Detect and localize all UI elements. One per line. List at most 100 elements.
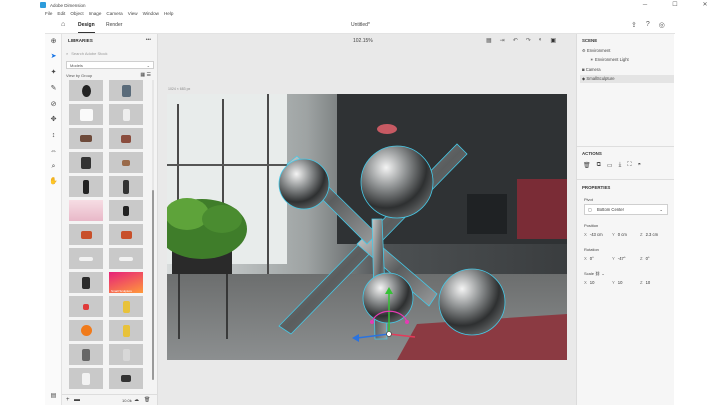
menu-help[interactable]: Help (164, 11, 173, 19)
settings-icon[interactable]: ◎ (659, 21, 665, 29)
group-icon[interactable]: ▭ (607, 162, 613, 169)
asset-thumbnail[interactable] (69, 296, 103, 317)
cloud-icon[interactable]: ☁ (134, 397, 139, 403)
menu-image[interactable]: Image (89, 11, 102, 19)
folder-icon[interactable]: ▬ (74, 397, 80, 403)
scene-item-environment[interactable]: ⚙ Environment (582, 47, 674, 55)
scrollbar[interactable] (152, 80, 154, 380)
tab-render[interactable]: Render (106, 22, 122, 28)
menu-camera[interactable]: Camera (106, 11, 122, 19)
position-y-field[interactable]: 0 cm (618, 232, 627, 237)
asset-thumbnail[interactable] (69, 80, 103, 101)
paint-icon[interactable]: ✎ (48, 83, 59, 94)
drop-to-ground-icon[interactable]: ⤓ (619, 162, 622, 169)
add-icon[interactable]: ⊕ (48, 36, 59, 47)
help-icon[interactable]: ? (646, 21, 650, 29)
lock-proportions-icon[interactable]: ⛓ ⌄ (595, 271, 605, 276)
scene-item-environment-light[interactable]: ☀ Environment Light (590, 56, 682, 64)
scale-y-field[interactable]: 10 (618, 280, 623, 285)
search-field[interactable]: ⌕ Search Adobe Stock (66, 49, 154, 57)
asset-thumbnail[interactable] (69, 344, 103, 365)
position-x-field[interactable]: -43 cm (590, 232, 603, 237)
scene-item-smallsculpture[interactable]: ◆ SmallSculpture (580, 75, 674, 83)
hand-icon[interactable]: ✋ (48, 176, 59, 187)
scale-z-field[interactable]: 10 (646, 280, 651, 285)
actions-title[interactable]: ACTIONS (582, 151, 602, 156)
menu-file[interactable]: File (45, 11, 52, 19)
render-viewport[interactable] (167, 94, 567, 360)
asset-thumbnail[interactable] (69, 176, 103, 197)
rotation-x-field[interactable]: 0° (590, 256, 594, 261)
sample-icon[interactable]: ⊘ (48, 99, 59, 110)
minimize-button[interactable]: ─ (630, 0, 660, 10)
view-by-dropdown[interactable]: View by Group (66, 73, 92, 78)
asset-thumbnail[interactable] (69, 224, 103, 245)
grid-list-view-icons[interactable]: ▦ ☰ (140, 72, 151, 78)
menu-object[interactable]: Object (70, 11, 83, 19)
asset-thumbnail[interactable] (109, 104, 143, 125)
orbit-icon[interactable]: ✥ (48, 114, 59, 125)
grid-icon[interactable]: ▦ (486, 37, 492, 44)
zoom-level[interactable]: 102.15% (353, 38, 373, 44)
asset-thumbnail[interactable] (69, 272, 103, 293)
more-options-icon[interactable]: ••• (146, 37, 151, 43)
libraries-title[interactable]: LIBRARIES (68, 38, 93, 43)
asset-thumbnail[interactable] (69, 104, 103, 125)
canvas-area[interactable]: 102.15% ▦ ⇥ ↶ ↷ ◐ ▣ 1024 × 683 px (158, 34, 576, 405)
properties-title[interactable]: PROPERTIES (582, 185, 610, 190)
undo-icon[interactable]: ↶ (513, 37, 518, 44)
share-icon[interactable]: ⇪ (631, 21, 637, 29)
asset-thumbnail[interactable] (69, 368, 103, 389)
reset-icon[interactable]: ◓ (637, 162, 641, 169)
asset-thumbnail[interactable] (109, 248, 143, 269)
asset-thumbnail[interactable] (109, 152, 143, 173)
zoom-icon[interactable]: ⌕ (48, 161, 59, 172)
position-z-field[interactable]: 2.3 cm (646, 232, 659, 237)
asset-thumbnail[interactable] (109, 128, 143, 149)
layers-icon[interactable]: ▤ (48, 391, 59, 402)
tab-design[interactable]: Design (78, 22, 95, 33)
search-input[interactable]: Search Adobe Stock (71, 51, 107, 56)
render-preview-icon[interactable]: ▣ (550, 37, 556, 44)
home-icon[interactable]: ⌂ (61, 21, 65, 28)
asset-thumbnail[interactable] (109, 224, 143, 245)
asset-thumbnail[interactable] (109, 80, 143, 101)
asset-thumbnail[interactable] (109, 368, 143, 389)
asset-thumbnail-selected[interactable]: Small Sculpture (109, 272, 143, 293)
menu-edit[interactable]: Edit (57, 11, 65, 19)
menu-view[interactable]: View (128, 11, 138, 19)
scale-x-field[interactable]: 10 (590, 280, 595, 285)
asset-thumbnail[interactable] (109, 176, 143, 197)
redo-icon[interactable]: ↷ (526, 37, 531, 44)
camera-icon[interactable]: ◐ (539, 37, 543, 44)
scrollbar-thumb[interactable] (152, 190, 154, 380)
duplicate-icon[interactable]: ⧉ (597, 162, 601, 169)
library-filter-select[interactable]: Models ⌄ (66, 61, 154, 69)
asset-thumbnail[interactable] (69, 128, 103, 149)
menu-window[interactable]: Window (143, 11, 159, 19)
pivot-select[interactable]: ▢ Bottom Center ⌄ (584, 204, 668, 215)
add-icon[interactable]: + (66, 397, 70, 403)
pan-icon[interactable]: ⇔ (48, 146, 59, 157)
asset-thumbnail[interactable] (109, 200, 143, 221)
close-button[interactable]: ✕ (690, 0, 720, 10)
asset-thumbnail[interactable] (69, 152, 103, 173)
asset-thumbnail[interactable] (69, 320, 103, 341)
trash-icon[interactable]: 🗑 (144, 397, 150, 403)
dolly-icon[interactable]: ↕ (48, 130, 59, 141)
align-icon[interactable]: ⇥ (500, 37, 505, 44)
scene-item-camera[interactable]: ◙ Camera (582, 66, 674, 74)
delete-icon[interactable]: 🗑 (583, 162, 591, 169)
select-icon[interactable]: ➤ (48, 51, 59, 62)
maximize-button[interactable]: ☐ (660, 0, 690, 10)
asset-thumbnail[interactable] (109, 296, 143, 317)
asset-thumbnail[interactable] (109, 320, 143, 341)
rotation-z-field[interactable]: 0° (646, 256, 650, 261)
frame-icon[interactable]: ⛶ (627, 162, 631, 169)
magic-wand-icon[interactable]: ✦ (48, 67, 59, 78)
rotation-y-field[interactable]: -47° (618, 256, 626, 261)
scene-title[interactable]: SCENE (582, 38, 597, 43)
asset-thumbnail[interactable] (69, 248, 103, 269)
asset-thumbnail[interactable] (69, 200, 103, 221)
asset-thumbnail[interactable] (109, 344, 143, 365)
